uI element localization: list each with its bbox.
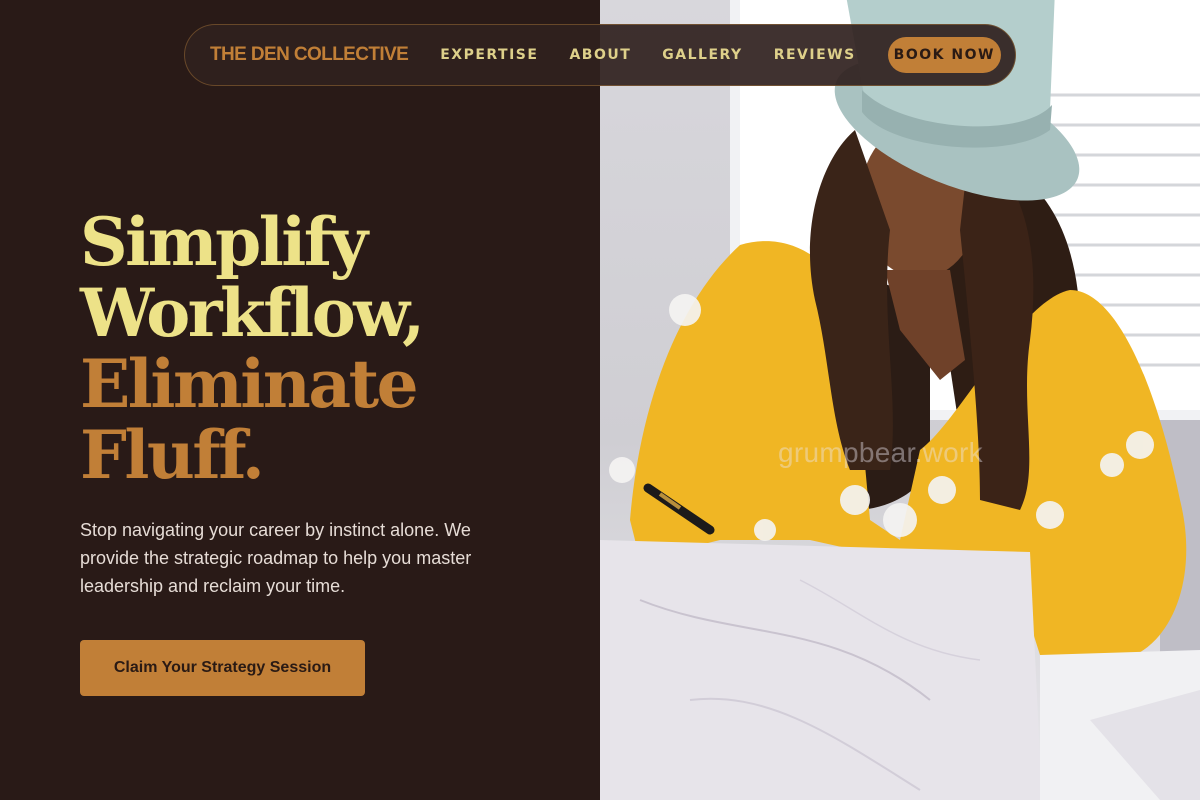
page: grumpbear.work THE DEN COLLECTIVE EXPERT… — [0, 0, 1200, 800]
nav-link-about[interactable]: ABOUT — [569, 47, 631, 63]
hero-title: Simplify Workflow, Eliminate Fluff. — [80, 203, 425, 494]
nav-link-expertise[interactable]: EXPERTISE — [440, 47, 538, 63]
hero-title-line-2: Workflow, — [80, 274, 425, 352]
book-now-button[interactable]: BOOK NOW — [887, 37, 1001, 73]
hero-photo — [600, 0, 1200, 800]
claim-strategy-session-button[interactable]: Claim Your Strategy Session — [80, 640, 365, 696]
hero-title-line-4: Fluff. — [80, 416, 265, 494]
hero-title-line-3: Eliminate — [80, 345, 419, 423]
brand-logo[interactable]: THE DEN COLLECTIVE — [210, 44, 409, 66]
photo-watermark: grumpbear.work — [778, 437, 983, 468]
hero-subtitle: Stop navigating your career by instinct … — [80, 520, 472, 596]
hero-title-line-1: Simplify — [80, 203, 368, 281]
hero-photo-illustration — [600, 0, 1200, 800]
laptop — [600, 540, 1042, 800]
top-nav: THE DEN COLLECTIVE EXPERTISE ABOUT GALLE… — [184, 24, 1016, 86]
nav-link-gallery[interactable]: GALLERY — [662, 47, 742, 63]
nav-link-reviews[interactable]: REVIEWS — [774, 47, 856, 63]
